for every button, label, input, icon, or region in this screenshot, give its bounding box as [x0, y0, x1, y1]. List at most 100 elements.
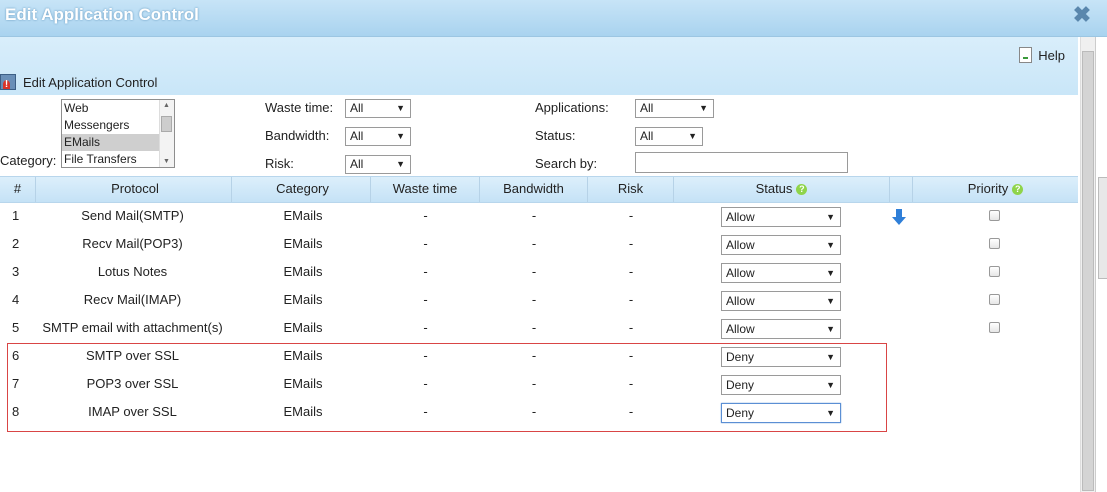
waste-time-select[interactable]: All ▼	[345, 99, 411, 118]
cell-protocol: Recv Mail(IMAP)	[83, 292, 182, 307]
col-waste-time[interactable]: Waste time	[371, 177, 480, 202]
col-category[interactable]: Category	[235, 177, 371, 202]
status-value: Allow	[726, 266, 755, 280]
table-row: 1 Send Mail(SMTP) EMails - - - Allow ▼	[0, 202, 1078, 230]
search-input[interactable]	[635, 152, 848, 173]
scroll-thumb[interactable]	[1082, 51, 1094, 491]
cell-risk: -	[628, 208, 634, 223]
risk-select[interactable]: All ▼	[345, 155, 411, 174]
window-title: Edit Application Control	[5, 5, 199, 24]
table-row: 4 Recv Mail(IMAP) EMails - - - Allow ▼	[0, 286, 1078, 314]
applications-label: Applications:	[535, 100, 609, 115]
applications-value: All	[640, 101, 654, 115]
col-order	[890, 177, 913, 202]
priority-checkbox[interactable]	[989, 266, 1000, 277]
header-band	[0, 37, 1078, 95]
cell-waste-time: -	[423, 292, 428, 307]
waste-time-value: All	[350, 101, 364, 115]
cell-category: EMails	[283, 320, 323, 335]
priority-checkbox[interactable]	[989, 210, 1000, 221]
col-protocol[interactable]: Protocol	[39, 177, 232, 202]
col-num[interactable]: #	[0, 177, 36, 202]
col-status-label: Status	[755, 181, 793, 196]
category-option-selected[interactable]: EMails	[62, 134, 160, 151]
col-bandwidth[interactable]: Bandwidth	[480, 177, 588, 202]
table-row: 3 Lotus Notes EMails - - - Allow ▼	[0, 258, 1078, 286]
priority-checkbox[interactable]	[989, 238, 1000, 249]
table-row: 2 Recv Mail(POP3) EMails - - - Allow ▼	[0, 230, 1078, 258]
move-down-icon[interactable]	[892, 209, 906, 225]
table-header: # Protocol Category Waste time Bandwidth…	[0, 176, 1078, 203]
listbox-scrollbar[interactable]: ▲ ▼	[159, 100, 174, 167]
help-link[interactable]: Help	[1019, 47, 1065, 63]
category-option[interactable]: File Transfers	[62, 151, 160, 167]
cell-category: EMails	[283, 236, 323, 251]
status-value: Allow	[726, 210, 755, 224]
status-filter-select[interactable]: All ▼	[635, 127, 703, 146]
cell-risk: -	[628, 292, 634, 307]
cell-risk: -	[628, 264, 634, 279]
cell-protocol: SMTP email with attachment(s)	[42, 320, 223, 335]
cell-bandwidth: -	[531, 236, 537, 251]
cell-category: EMails	[283, 208, 323, 223]
vertical-scrollbar[interactable]	[1080, 37, 1095, 492]
col-status[interactable]: Status?	[674, 177, 890, 202]
status-select[interactable]: Allow ▼	[721, 207, 841, 227]
dropdown-arrow-icon: ▼	[396, 103, 405, 113]
status-select[interactable]: Allow ▼	[721, 263, 841, 283]
category-option[interactable]: Messengers	[62, 117, 160, 134]
outer-scrollbar[interactable]	[1095, 37, 1107, 492]
cell-bandwidth: -	[531, 320, 537, 335]
priority-checkbox[interactable]	[989, 294, 1000, 305]
dropdown-arrow-icon: ▼	[826, 296, 835, 306]
section-title-label: Edit Application Control	[23, 74, 158, 90]
bandwidth-select[interactable]: All ▼	[345, 127, 411, 146]
status-select[interactable]: Allow ▼	[721, 319, 841, 339]
cell-bandwidth: -	[531, 264, 537, 279]
risk-label: Risk:	[265, 156, 294, 171]
cell-bandwidth: -	[531, 208, 537, 223]
status-value: Allow	[726, 238, 755, 252]
dropdown-arrow-icon: ▼	[826, 268, 835, 278]
dropdown-arrow-icon: ▼	[699, 103, 708, 113]
category-listbox[interactable]: Web Messengers EMails File Transfers ▲ ▼	[61, 99, 175, 168]
cell-bandwidth: -	[531, 292, 537, 307]
app-control-icon	[0, 74, 16, 90]
dropdown-arrow-icon: ▼	[826, 324, 835, 334]
col-risk[interactable]: Risk	[588, 177, 674, 202]
cell-waste-time: -	[423, 236, 428, 251]
waste-time-label: Waste time:	[265, 100, 334, 115]
cell-protocol: Recv Mail(POP3)	[82, 236, 183, 251]
close-icon[interactable]: ✖	[1071, 4, 1093, 26]
cell-risk: -	[628, 320, 634, 335]
dropdown-arrow-icon: ▼	[396, 159, 405, 169]
search-label: Search by:	[535, 156, 598, 171]
status-select[interactable]: Allow ▼	[721, 291, 841, 311]
status-help-icon[interactable]: ?	[796, 184, 808, 195]
scroll-down-icon[interactable]: ▼	[163, 158, 170, 165]
bandwidth-label: Bandwidth:	[265, 128, 330, 143]
col-priority[interactable]: Priority?	[913, 177, 1078, 202]
scroll-thumb[interactable]	[161, 116, 172, 132]
highlight-box	[7, 343, 887, 432]
window-title-bar: Edit Application Control ✖	[0, 0, 1107, 37]
status-select[interactable]: Allow ▼	[721, 235, 841, 255]
applications-select[interactable]: All ▼	[635, 99, 714, 118]
cell-protocol: Send Mail(SMTP)	[81, 208, 184, 223]
table-row: 5 SMTP email with attachment(s) EMails - - - A…	[0, 314, 1078, 342]
scroll-up-icon[interactable]: ▲	[163, 102, 170, 109]
status-value: Allow	[726, 294, 755, 308]
cell-waste-time: -	[423, 208, 428, 223]
priority-checkbox[interactable]	[989, 322, 1000, 333]
cell-waste-time: -	[423, 320, 428, 335]
help-label: Help	[1038, 47, 1065, 63]
priority-help-icon[interactable]: ?	[1012, 184, 1024, 195]
dropdown-arrow-icon: ▼	[826, 240, 835, 250]
col-priority-label: Priority	[967, 181, 1009, 196]
cell-category: EMails	[283, 292, 323, 307]
bandwidth-value: All	[350, 129, 364, 143]
cell-protocol: Lotus Notes	[97, 264, 168, 279]
outer-scroll-thumb[interactable]	[1098, 177, 1107, 279]
dropdown-arrow-icon: ▼	[826, 212, 835, 222]
category-option[interactable]: Web	[62, 100, 160, 117]
